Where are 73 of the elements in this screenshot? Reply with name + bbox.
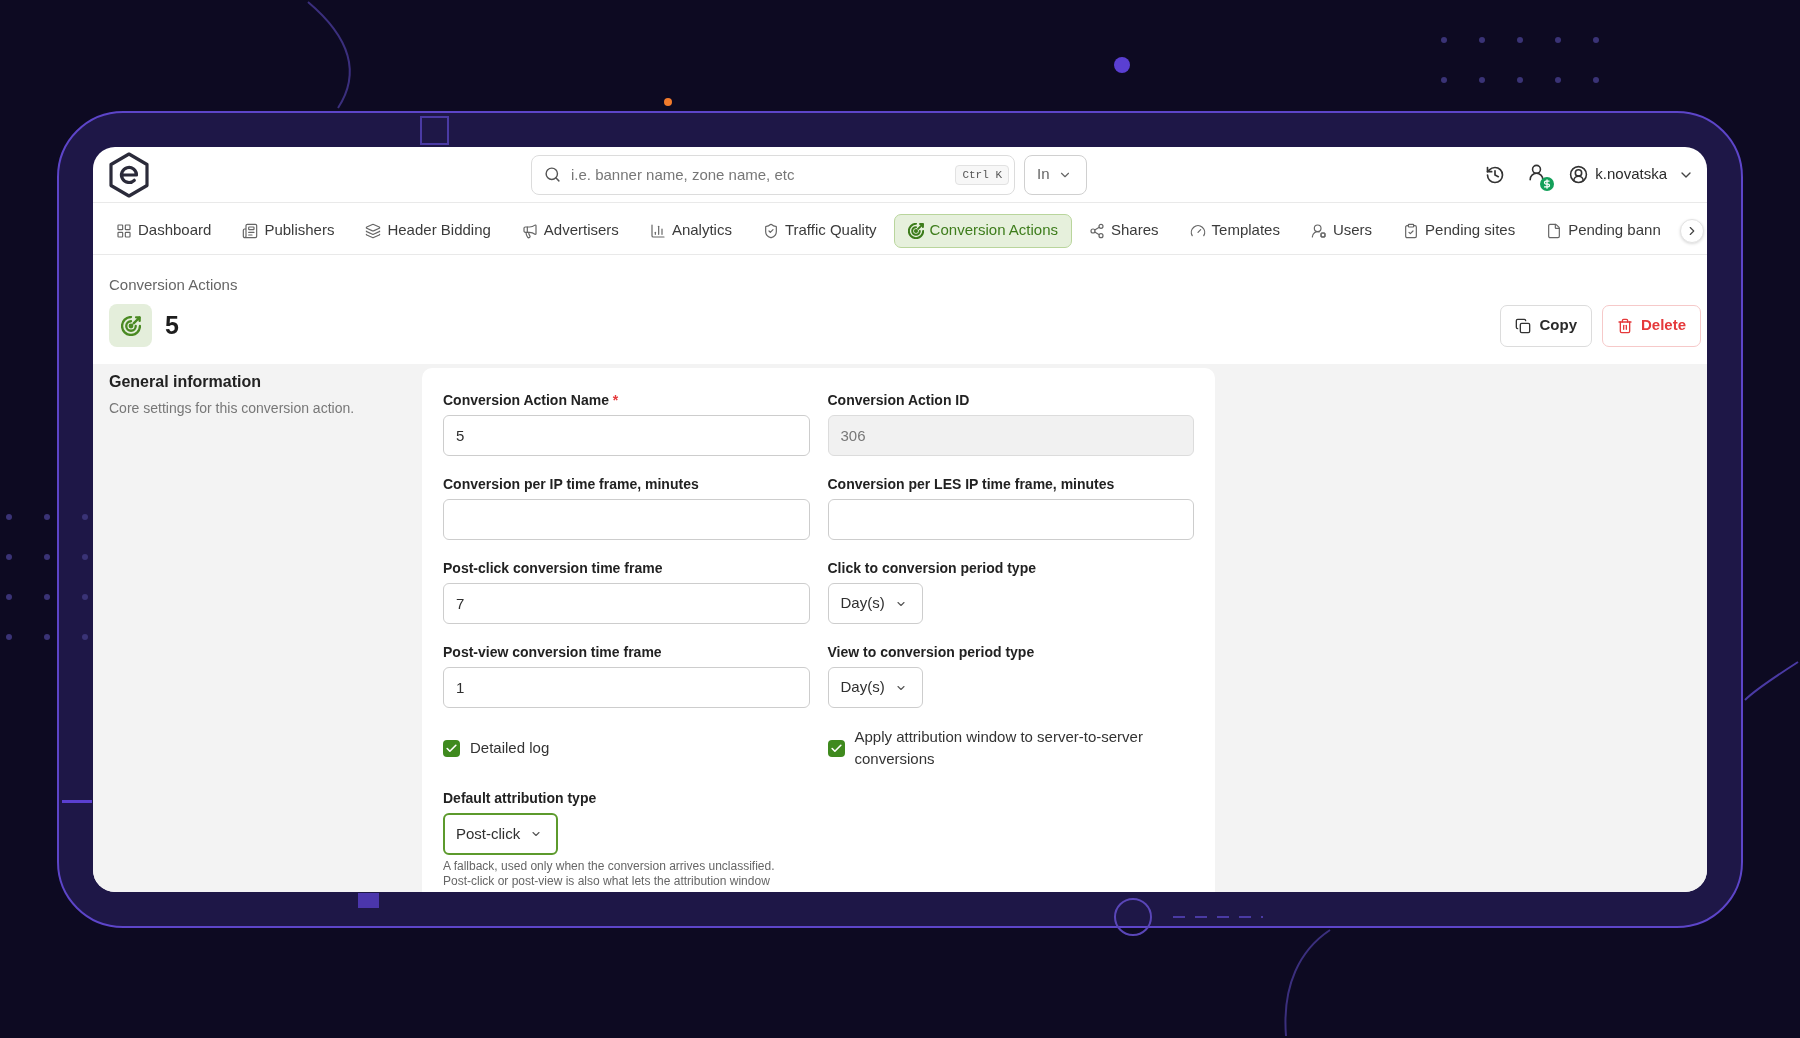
line-drawing	[62, 800, 92, 803]
dropdown[interactable]: Day(s)	[827, 667, 923, 708]
nav-tab[interactable]: Analytics	[635, 213, 746, 248]
clipboard-check-icon	[1403, 222, 1420, 239]
gauge-icon	[1189, 222, 1206, 239]
nav-tab[interactable]: Templates	[1175, 213, 1294, 248]
field-label: Conversion Action Name *	[443, 391, 619, 410]
dot-icon	[1114, 57, 1130, 73]
field-label: Default attribution type	[443, 789, 597, 808]
copy-icon	[1515, 317, 1532, 334]
nav-tab[interactable]: Advertisers	[507, 213, 633, 248]
trash-icon	[1616, 317, 1633, 334]
nav-tab[interactable]: Header Bidding	[351, 213, 505, 248]
dropdown[interactable]: Day(s)	[827, 583, 923, 624]
user-menu[interactable]: k.novatska	[1569, 159, 1694, 190]
square-drawing	[358, 893, 379, 908]
input-field[interactable]	[827, 499, 1194, 540]
checkbox[interactable]	[827, 739, 845, 757]
nav-tab[interactable]: Conversion Actions	[893, 213, 1072, 248]
shortcut-key: Ctrl K	[955, 164, 1009, 185]
input-field[interactable]: 1	[443, 667, 810, 708]
field-label: Click to conversion period type	[827, 559, 1036, 578]
history-icon[interactable]	[1485, 164, 1506, 185]
arc-line-drawing	[1744, 661, 1799, 701]
nav-tab[interactable]: Pending bann	[1532, 213, 1675, 248]
help-text: A fallback, used only when the conversion arrives unclassified. Post-click or post-view is also what lets the attribution window	[443, 859, 776, 889]
checkbox-label: Detailed log	[470, 738, 550, 758]
nav-tab[interactable]: Publishers	[228, 213, 349, 248]
layers-icon	[365, 222, 382, 239]
share-icon	[1089, 222, 1105, 239]
input-field[interactable]: 7	[443, 583, 810, 624]
field-label: Conversion per IP time frame, minutes	[443, 475, 699, 494]
file-icon	[1546, 222, 1563, 239]
search-icon	[544, 165, 561, 183]
square-outline-drawing	[420, 116, 449, 145]
page-title: 5	[165, 309, 179, 341]
bar-chart-icon	[649, 222, 666, 239]
nav-tab[interactable]: Pending sites	[1389, 213, 1530, 248]
nav-tab[interactable]: Traffic Quality	[748, 213, 891, 248]
checkbox-label: Apply attribution window to server-to-server conversions	[854, 727, 1144, 769]
grid-icon	[116, 222, 132, 239]
user-icon	[1310, 222, 1327, 239]
logo-icon[interactable]	[109, 151, 149, 198]
checkbox[interactable]	[443, 739, 460, 757]
section-description: Core settings for this conversion action.	[109, 399, 355, 417]
dollar-badge-icon	[1540, 176, 1555, 191]
shield-check-icon	[762, 222, 779, 239]
copy-button[interactable]: Copy	[1500, 304, 1592, 347]
circle-outline-drawing	[1114, 898, 1152, 936]
check-icon	[829, 741, 843, 755]
input-field[interactable]	[443, 499, 810, 540]
field-label: Post-click conversion time frame	[443, 559, 663, 578]
target-icon	[109, 304, 152, 347]
check-icon	[445, 741, 458, 755]
scope-dropdown[interactable]: In	[1024, 154, 1087, 195]
field-label: Conversion per LES IP time frame, minutes	[827, 475, 1115, 494]
target-icon	[907, 222, 924, 239]
nav-tab[interactable]: Shares	[1075, 213, 1173, 248]
field-label: Post-view conversion time frame	[443, 643, 662, 662]
delete-button[interactable]: Delete	[1601, 304, 1701, 347]
field-label: Conversion Action ID	[827, 391, 970, 410]
dropdown[interactable]: Post-click	[443, 813, 559, 855]
breadcrumb: Conversion Actions	[109, 275, 238, 295]
dot-icon	[664, 98, 672, 106]
input-field[interactable]: 5	[443, 415, 810, 456]
newspaper-icon	[242, 222, 259, 239]
section-title: General information	[109, 372, 262, 392]
scroll-right-button[interactable]	[1680, 219, 1704, 243]
user-circle-icon	[1569, 165, 1589, 184]
megaphone-icon	[521, 222, 538, 239]
nav-tab[interactable]: Dashboard	[102, 213, 226, 248]
field-label: View to conversion period type	[827, 643, 1035, 662]
nav-tab[interactable]: Users	[1296, 213, 1387, 248]
